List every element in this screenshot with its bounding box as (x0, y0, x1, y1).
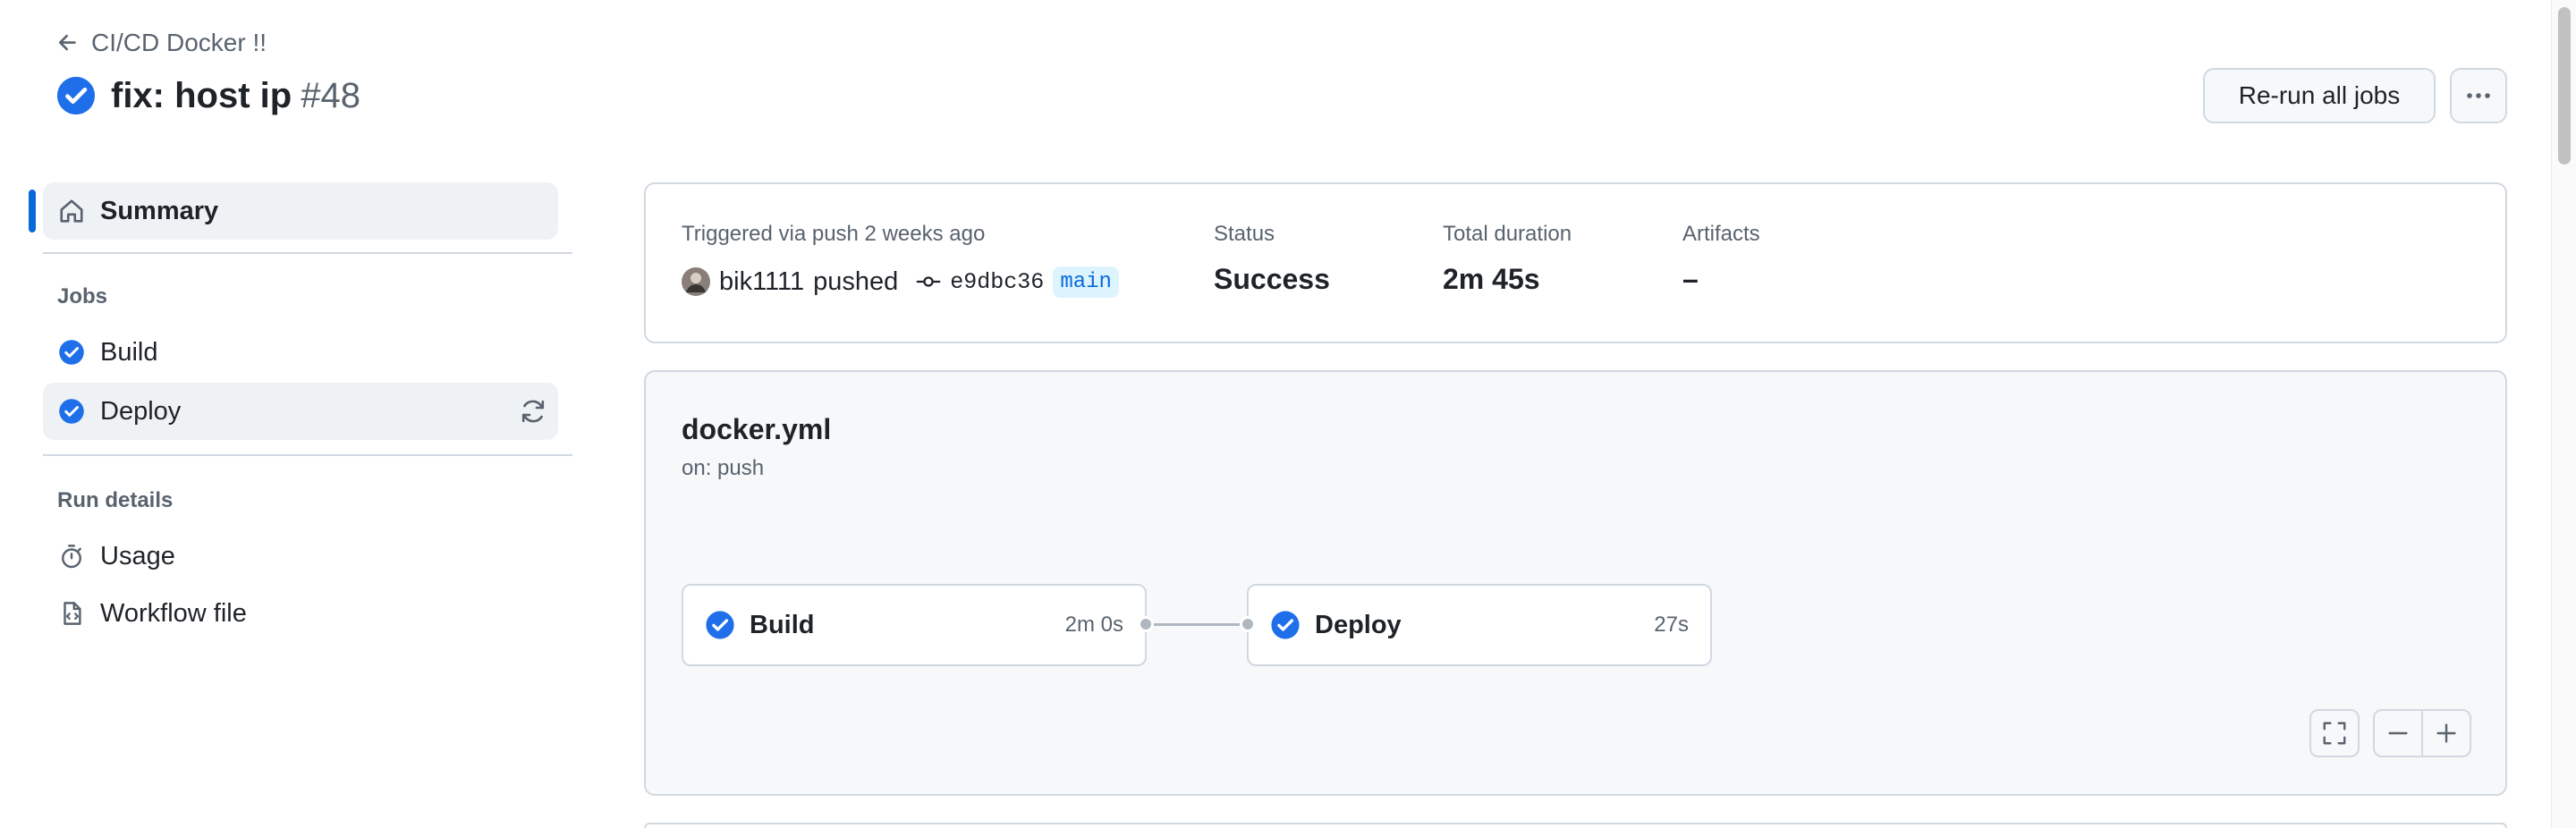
graph-job-build-duration: 2m 0s (1064, 613, 1123, 637)
sidebar-item-summary[interactable]: Summary (43, 182, 558, 240)
file-code-icon (57, 599, 86, 628)
git-commit-icon (916, 269, 941, 294)
rerun-all-jobs-button[interactable]: Re-run all jobs (2203, 68, 2436, 123)
workflow-graph-card (644, 370, 2507, 796)
zoom-in-button[interactable] (2421, 709, 2471, 757)
workflow-file-name: docker.yml (682, 413, 832, 445)
check-circle-fill-icon (57, 397, 86, 426)
actor-name[interactable]: bik1111 (719, 267, 804, 297)
back-link-label: CI/CD Docker !! (91, 29, 267, 56)
artifacts-label: Artifacts (1682, 222, 1760, 246)
stopwatch-icon (57, 542, 86, 570)
jobs-heading: Jobs (57, 284, 108, 308)
page-title: fix: host ip #48 (111, 76, 360, 116)
zoom-out-button[interactable] (2373, 709, 2423, 757)
next-card-edge (644, 823, 2507, 828)
graph-job-deploy-name: Deploy (1315, 610, 1402, 639)
run-number: #48 (301, 75, 360, 115)
sidebar-item-summary-label: Summary (100, 196, 219, 225)
check-circle-fill-icon (705, 610, 735, 640)
trigger-text: Triggered via push 2 weeks ago (682, 222, 986, 246)
sidebar-divider (43, 454, 572, 456)
dash-icon (2385, 720, 2411, 747)
commit-sha[interactable]: e9dbc36 (950, 269, 1044, 295)
sidebar-item-workflow-file[interactable]: Workflow file (43, 585, 558, 642)
scrollbar-thumb[interactable] (2558, 7, 2571, 165)
sidebar-item-build-label: Build (100, 337, 158, 367)
sidebar-item-usage[interactable]: Usage (43, 528, 558, 585)
push-action: pushed (813, 266, 899, 296)
more-actions-button[interactable] (2450, 68, 2507, 123)
artifacts-value: – (1682, 263, 1699, 295)
sidebar-item-deploy[interactable]: Deploy (43, 383, 558, 440)
arrow-left-icon (55, 30, 80, 55)
page-title-row: fix: host ip #48 (55, 73, 360, 118)
scrollbar-track[interactable] (2551, 0, 2576, 828)
graph-job-build[interactable]: Build 2m 0s (682, 584, 1147, 666)
graph-job-build-name: Build (750, 610, 815, 639)
back-link[interactable]: CI/CD Docker !! (55, 27, 267, 59)
run-title: fix: host ip (111, 75, 292, 115)
sidebar-item-workflow-file-label: Workflow file (100, 598, 247, 628)
sidebar-divider (43, 252, 572, 254)
sidebar-item-build[interactable]: Build (43, 324, 558, 381)
sync-icon[interactable] (519, 397, 547, 426)
job-connector (1145, 623, 1249, 626)
run-summary-card (644, 182, 2507, 343)
avatar[interactable] (682, 267, 710, 296)
screen-full-icon (2321, 720, 2348, 747)
rerun-all-jobs-label: Re-run all jobs (2238, 81, 2401, 109)
sidebar-item-deploy-label: Deploy (100, 396, 182, 426)
check-circle-fill-icon (55, 75, 97, 116)
graph-job-deploy-duration: 27s (1654, 613, 1689, 637)
sidebar-item-usage-label: Usage (100, 541, 175, 570)
workflow-trigger: on: push (682, 456, 765, 480)
active-indicator (29, 190, 36, 232)
plus-icon (2433, 720, 2460, 747)
check-circle-fill-icon (1270, 610, 1301, 640)
check-circle-fill-icon (57, 338, 86, 367)
connector-dot (1138, 616, 1154, 632)
branch-badge[interactable]: main (1053, 266, 1119, 298)
status-label: Status (1214, 222, 1275, 246)
kebab-horizontal-icon (2464, 81, 2493, 110)
run-details-heading: Run details (57, 488, 174, 512)
graph-job-deploy[interactable]: Deploy 27s (1247, 584, 1712, 666)
status-value: Success (1214, 263, 1330, 295)
fullscreen-button[interactable] (2309, 709, 2360, 757)
duration-value: 2m 45s (1443, 263, 1540, 295)
push-info: bik1111 pushed e9dbc36 main (682, 264, 1119, 300)
duration-label: Total duration (1443, 222, 1572, 246)
connector-dot (1240, 616, 1256, 632)
home-icon (57, 197, 86, 225)
